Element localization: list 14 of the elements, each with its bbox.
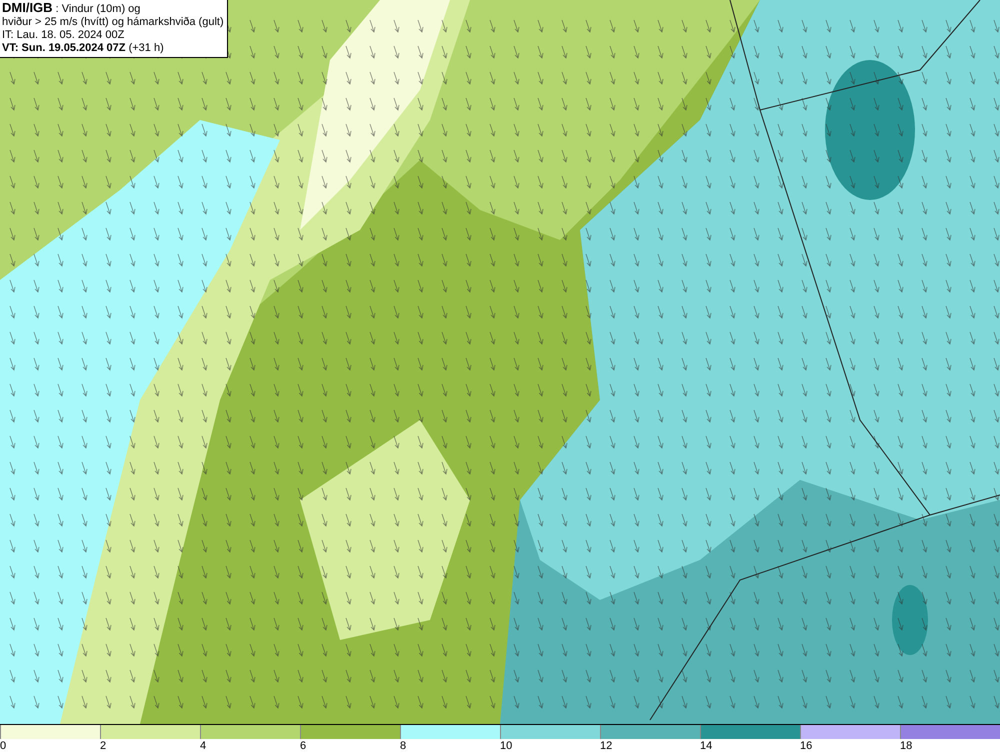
header-line: hviður > 25 m/s (hvítt) og hámarkshviða (gult) (2, 16, 224, 29)
legend-label: 16 (800, 740, 812, 753)
legend-label: 0 (0, 740, 6, 753)
legend-label: 4 (200, 740, 206, 753)
legend-label: 8 (400, 740, 406, 753)
header-line: DMI/IGB : Vindur (10m) og (2, 1, 142, 16)
header-line: VT: Sun. 19.05.2024 07Z (+31 h) (2, 42, 165, 55)
legend-label: 18 (900, 740, 912, 753)
legend-label: 10 (500, 740, 512, 753)
legend-label: 14 (700, 740, 712, 753)
legend-label: 2 (100, 740, 106, 753)
legend-label: 6 (300, 740, 306, 753)
legend-label: 12 (600, 740, 612, 753)
header-line: IT: Lau. 18. 05. 2024 00Z (2, 29, 126, 42)
